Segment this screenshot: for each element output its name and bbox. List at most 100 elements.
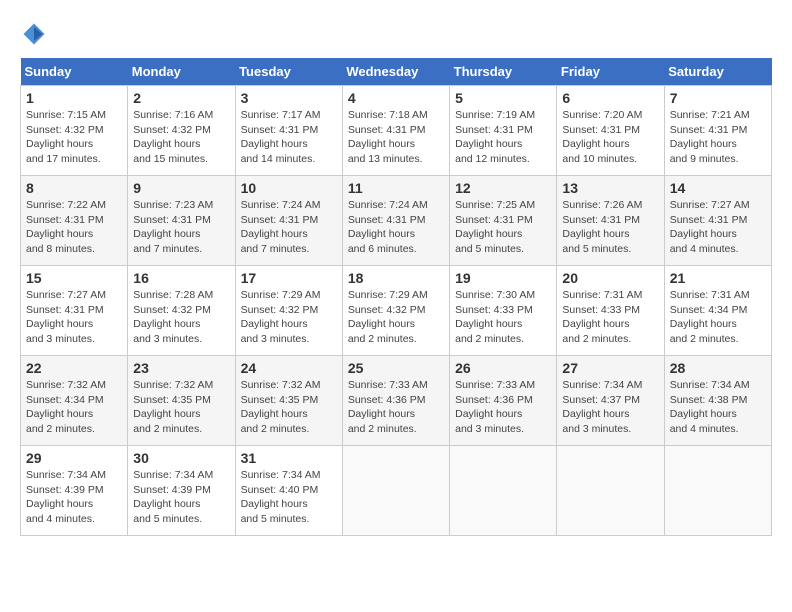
calendar-cell: 13 Sunrise: 7:26 AMSunset: 4:31 PMDaylig…	[557, 176, 664, 266]
day-number: 13	[562, 180, 658, 196]
day-number: 30	[133, 450, 229, 466]
day-info: Sunrise: 7:33 AMSunset: 4:36 PMDaylight …	[348, 378, 444, 437]
calendar-cell-empty	[342, 446, 449, 536]
weekday-header: Sunday	[21, 58, 128, 86]
day-number: 10	[241, 180, 337, 196]
day-number: 3	[241, 90, 337, 106]
calendar-cell: 3 Sunrise: 7:17 AMSunset: 4:31 PMDayligh…	[235, 86, 342, 176]
day-info: Sunrise: 7:27 AMSunset: 4:31 PMDaylight …	[26, 288, 122, 347]
calendar-week-row: 22 Sunrise: 7:32 AMSunset: 4:34 PMDaylig…	[21, 356, 772, 446]
day-number: 1	[26, 90, 122, 106]
calendar-cell: 29 Sunrise: 7:34 AMSunset: 4:39 PMDaylig…	[21, 446, 128, 536]
day-info: Sunrise: 7:32 AMSunset: 4:34 PMDaylight …	[26, 378, 122, 437]
day-info: Sunrise: 7:28 AMSunset: 4:32 PMDaylight …	[133, 288, 229, 347]
calendar-cell: 18 Sunrise: 7:29 AMSunset: 4:32 PMDaylig…	[342, 266, 449, 356]
calendar-cell: 22 Sunrise: 7:32 AMSunset: 4:34 PMDaylig…	[21, 356, 128, 446]
day-info: Sunrise: 7:33 AMSunset: 4:36 PMDaylight …	[455, 378, 551, 437]
calendar-cell: 4 Sunrise: 7:18 AMSunset: 4:31 PMDayligh…	[342, 86, 449, 176]
calendar-week-row: 15 Sunrise: 7:27 AMSunset: 4:31 PMDaylig…	[21, 266, 772, 356]
calendar-week-row: 1 Sunrise: 7:15 AMSunset: 4:32 PMDayligh…	[21, 86, 772, 176]
weekday-header: Monday	[128, 58, 235, 86]
day-number: 19	[455, 270, 551, 286]
day-number: 21	[670, 270, 766, 286]
day-info: Sunrise: 7:24 AMSunset: 4:31 PMDaylight …	[348, 198, 444, 257]
calendar-table: SundayMondayTuesdayWednesdayThursdayFrid…	[20, 58, 772, 536]
day-number: 15	[26, 270, 122, 286]
day-info: Sunrise: 7:31 AMSunset: 4:33 PMDaylight …	[562, 288, 658, 347]
day-info: Sunrise: 7:18 AMSunset: 4:31 PMDaylight …	[348, 108, 444, 167]
calendar-cell-empty	[557, 446, 664, 536]
day-info: Sunrise: 7:27 AMSunset: 4:31 PMDaylight …	[670, 198, 766, 257]
day-number: 29	[26, 450, 122, 466]
day-info: Sunrise: 7:26 AMSunset: 4:31 PMDaylight …	[562, 198, 658, 257]
day-number: 18	[348, 270, 444, 286]
day-number: 5	[455, 90, 551, 106]
calendar-cell: 31 Sunrise: 7:34 AMSunset: 4:40 PMDaylig…	[235, 446, 342, 536]
day-info: Sunrise: 7:23 AMSunset: 4:31 PMDaylight …	[133, 198, 229, 257]
day-number: 16	[133, 270, 229, 286]
day-info: Sunrise: 7:34 AMSunset: 4:37 PMDaylight …	[562, 378, 658, 437]
calendar-cell: 2 Sunrise: 7:16 AMSunset: 4:32 PMDayligh…	[128, 86, 235, 176]
day-number: 7	[670, 90, 766, 106]
calendar-cell: 15 Sunrise: 7:27 AMSunset: 4:31 PMDaylig…	[21, 266, 128, 356]
calendar-cell: 1 Sunrise: 7:15 AMSunset: 4:32 PMDayligh…	[21, 86, 128, 176]
day-info: Sunrise: 7:21 AMSunset: 4:31 PMDaylight …	[670, 108, 766, 167]
day-number: 24	[241, 360, 337, 376]
weekday-header: Thursday	[450, 58, 557, 86]
day-info: Sunrise: 7:29 AMSunset: 4:32 PMDaylight …	[241, 288, 337, 347]
calendar-cell: 5 Sunrise: 7:19 AMSunset: 4:31 PMDayligh…	[450, 86, 557, 176]
day-number: 9	[133, 180, 229, 196]
calendar-cell: 23 Sunrise: 7:32 AMSunset: 4:35 PMDaylig…	[128, 356, 235, 446]
calendar-cell: 10 Sunrise: 7:24 AMSunset: 4:31 PMDaylig…	[235, 176, 342, 266]
logo-icon	[20, 20, 48, 48]
day-info: Sunrise: 7:15 AMSunset: 4:32 PMDaylight …	[26, 108, 122, 167]
day-info: Sunrise: 7:34 AMSunset: 4:38 PMDaylight …	[670, 378, 766, 437]
day-number: 22	[26, 360, 122, 376]
day-info: Sunrise: 7:34 AMSunset: 4:40 PMDaylight …	[241, 468, 337, 527]
weekday-header-row: SundayMondayTuesdayWednesdayThursdayFrid…	[21, 58, 772, 86]
day-number: 6	[562, 90, 658, 106]
weekday-header: Saturday	[664, 58, 771, 86]
weekday-header: Tuesday	[235, 58, 342, 86]
calendar-cell: 24 Sunrise: 7:32 AMSunset: 4:35 PMDaylig…	[235, 356, 342, 446]
logo	[20, 20, 52, 48]
day-info: Sunrise: 7:34 AMSunset: 4:39 PMDaylight …	[26, 468, 122, 527]
weekday-header: Friday	[557, 58, 664, 86]
day-number: 28	[670, 360, 766, 376]
calendar-cell: 17 Sunrise: 7:29 AMSunset: 4:32 PMDaylig…	[235, 266, 342, 356]
day-number: 26	[455, 360, 551, 376]
day-info: Sunrise: 7:20 AMSunset: 4:31 PMDaylight …	[562, 108, 658, 167]
calendar-cell: 26 Sunrise: 7:33 AMSunset: 4:36 PMDaylig…	[450, 356, 557, 446]
weekday-header: Wednesday	[342, 58, 449, 86]
day-number: 4	[348, 90, 444, 106]
calendar-cell: 11 Sunrise: 7:24 AMSunset: 4:31 PMDaylig…	[342, 176, 449, 266]
day-info: Sunrise: 7:25 AMSunset: 4:31 PMDaylight …	[455, 198, 551, 257]
day-info: Sunrise: 7:29 AMSunset: 4:32 PMDaylight …	[348, 288, 444, 347]
calendar-cell: 9 Sunrise: 7:23 AMSunset: 4:31 PMDayligh…	[128, 176, 235, 266]
page-header	[20, 20, 772, 48]
day-info: Sunrise: 7:22 AMSunset: 4:31 PMDaylight …	[26, 198, 122, 257]
calendar-cell-empty	[450, 446, 557, 536]
day-number: 23	[133, 360, 229, 376]
day-info: Sunrise: 7:24 AMSunset: 4:31 PMDaylight …	[241, 198, 337, 257]
day-info: Sunrise: 7:31 AMSunset: 4:34 PMDaylight …	[670, 288, 766, 347]
calendar-cell: 14 Sunrise: 7:27 AMSunset: 4:31 PMDaylig…	[664, 176, 771, 266]
calendar-cell-empty	[664, 446, 771, 536]
day-number: 31	[241, 450, 337, 466]
day-number: 2	[133, 90, 229, 106]
day-info: Sunrise: 7:16 AMSunset: 4:32 PMDaylight …	[133, 108, 229, 167]
calendar-cell: 27 Sunrise: 7:34 AMSunset: 4:37 PMDaylig…	[557, 356, 664, 446]
day-info: Sunrise: 7:19 AMSunset: 4:31 PMDaylight …	[455, 108, 551, 167]
calendar-cell: 12 Sunrise: 7:25 AMSunset: 4:31 PMDaylig…	[450, 176, 557, 266]
calendar-cell: 21 Sunrise: 7:31 AMSunset: 4:34 PMDaylig…	[664, 266, 771, 356]
day-number: 14	[670, 180, 766, 196]
day-info: Sunrise: 7:17 AMSunset: 4:31 PMDaylight …	[241, 108, 337, 167]
day-info: Sunrise: 7:32 AMSunset: 4:35 PMDaylight …	[133, 378, 229, 437]
day-info: Sunrise: 7:32 AMSunset: 4:35 PMDaylight …	[241, 378, 337, 437]
calendar-week-row: 29 Sunrise: 7:34 AMSunset: 4:39 PMDaylig…	[21, 446, 772, 536]
calendar-cell: 8 Sunrise: 7:22 AMSunset: 4:31 PMDayligh…	[21, 176, 128, 266]
day-number: 20	[562, 270, 658, 286]
day-info: Sunrise: 7:34 AMSunset: 4:39 PMDaylight …	[133, 468, 229, 527]
calendar-cell: 25 Sunrise: 7:33 AMSunset: 4:36 PMDaylig…	[342, 356, 449, 446]
calendar-cell: 28 Sunrise: 7:34 AMSunset: 4:38 PMDaylig…	[664, 356, 771, 446]
